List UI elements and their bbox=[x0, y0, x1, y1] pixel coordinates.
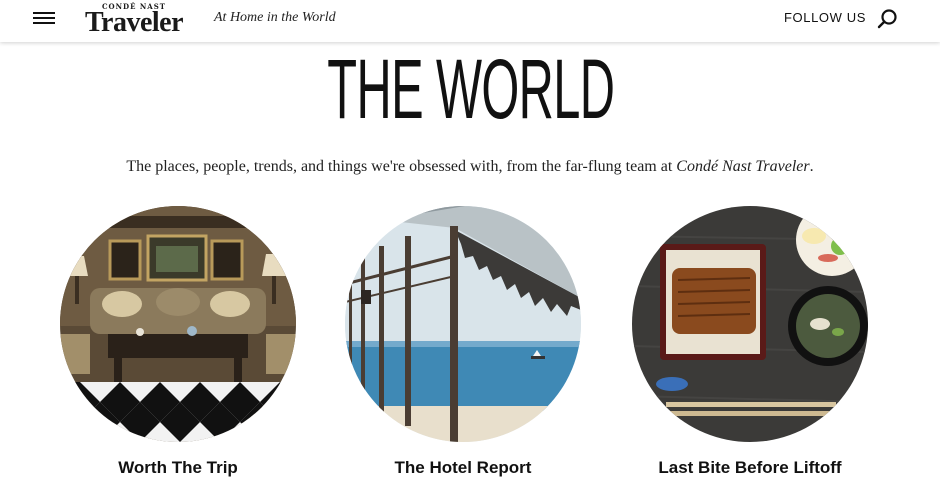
intro-text: The places, people, trends, and things w… bbox=[0, 158, 940, 176]
card-last-bite-before-liftoff[interactable]: Last Bite Before Liftoff bbox=[632, 206, 872, 480]
card-label[interactable]: Worth The Trip bbox=[40, 458, 316, 478]
card-worth-the-trip[interactable]: Worth The Trip bbox=[60, 206, 300, 480]
card-the-hotel-report[interactable]: The Hotel Report bbox=[345, 206, 585, 480]
site-header: CONDÉ NAST Traveler At Home in the World… bbox=[0, 0, 940, 42]
follow-us-button[interactable]: FOLLOW US bbox=[784, 10, 866, 25]
logo-brand-main: Traveler bbox=[84, 7, 184, 38]
luxury-lounge-interior-photo[interactable] bbox=[60, 206, 296, 442]
unagi-bento-meal-photo[interactable] bbox=[632, 206, 868, 442]
traveler-logo[interactable]: CONDÉ NAST Traveler bbox=[80, 2, 188, 38]
seaside-veranda-photo[interactable] bbox=[345, 206, 581, 442]
intro-end: . bbox=[809, 158, 814, 175]
site-tagline: At Home in the World bbox=[214, 10, 336, 25]
search-icon[interactable] bbox=[876, 7, 900, 31]
card-label[interactable]: Last Bite Before Liftoff bbox=[612, 458, 888, 478]
hamburger-menu-icon[interactable] bbox=[33, 10, 57, 26]
card-label[interactable]: The Hotel Report bbox=[325, 458, 601, 478]
intro-main: The places, people, trends, and things w… bbox=[126, 158, 677, 175]
intro-brand: Condé Nast Traveler bbox=[676, 158, 810, 175]
page-title: THE WORLD bbox=[327, 42, 615, 136]
